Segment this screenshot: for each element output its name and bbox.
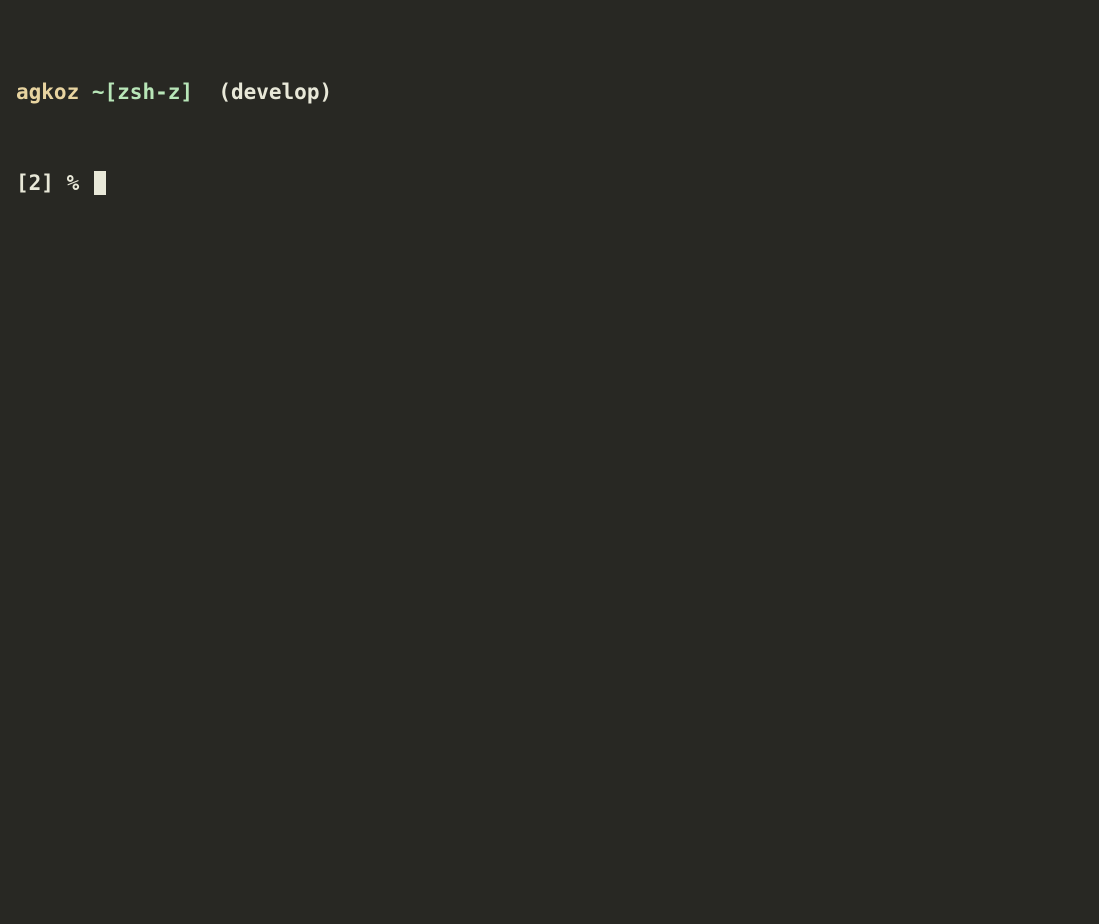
cursor-icon xyxy=(94,171,106,195)
prompt-line-1: agkoz ~[zsh-z] (develop) xyxy=(16,77,1083,107)
current-path: ~[zsh-z] xyxy=(92,80,193,104)
prompt-symbol: % xyxy=(67,171,80,195)
username: agkoz xyxy=(16,80,79,104)
job-count: [2] xyxy=(16,171,54,195)
terminal-output[interactable]: agkoz ~[zsh-z] (develop) [2] % xyxy=(16,16,1083,229)
prompt-line-2: [2] % xyxy=(16,168,1083,198)
git-branch: (develop) xyxy=(218,80,332,104)
